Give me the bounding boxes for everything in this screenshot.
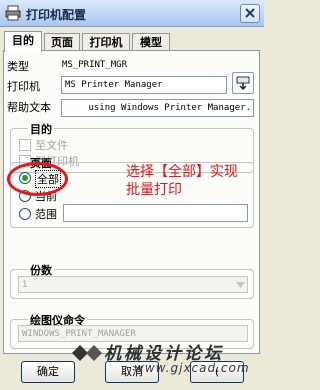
annotation-line-1: 选择【全部】实现 (126, 164, 238, 180)
window-title: 打印机配置 (26, 8, 87, 22)
to-file-checkbox[interactable] (19, 139, 31, 151)
annotation-ellipse (7, 162, 68, 196)
range-label: 范围 (35, 208, 57, 221)
tab-printer[interactable]: 打印机 (82, 33, 130, 51)
ok-button[interactable]: 确定 (21, 361, 75, 383)
help-label: 帮助文本 (7, 101, 51, 114)
printer-browse-button[interactable] (232, 72, 254, 94)
close-button[interactable] (240, 4, 260, 23)
type-label: 类型 (7, 60, 29, 73)
printer-field[interactable]: MS Printer Manager (61, 76, 227, 94)
range-input[interactable] (63, 204, 248, 222)
chevron-down-icon (236, 282, 245, 288)
tab-destination[interactable]: 目的 (4, 31, 42, 52)
to-file-label: 至文件 (35, 139, 68, 152)
title-bar: 打印机配置 (0, 0, 264, 27)
destination-group-title: 目的 (28, 121, 54, 137)
help-text-field[interactable]: using Windows Printer Manager. (61, 99, 254, 117)
watermark-url: www.gjxcad.com (134, 361, 250, 375)
watermark-logo-icon (72, 345, 102, 361)
close-icon (245, 8, 255, 18)
type-value: MS_PRINT_MGR (62, 60, 128, 70)
tab-page[interactable]: 页面 (44, 33, 80, 51)
copies-input[interactable]: 1 (18, 276, 248, 293)
printer-icon (5, 5, 21, 21)
tab-model[interactable]: 模型 (132, 33, 170, 51)
printer-browse-icon (236, 76, 250, 91)
annotation-line-2: 批量打印 (126, 182, 182, 198)
range-radio[interactable] (19, 208, 31, 220)
printer-label: 打印机 (7, 80, 40, 93)
